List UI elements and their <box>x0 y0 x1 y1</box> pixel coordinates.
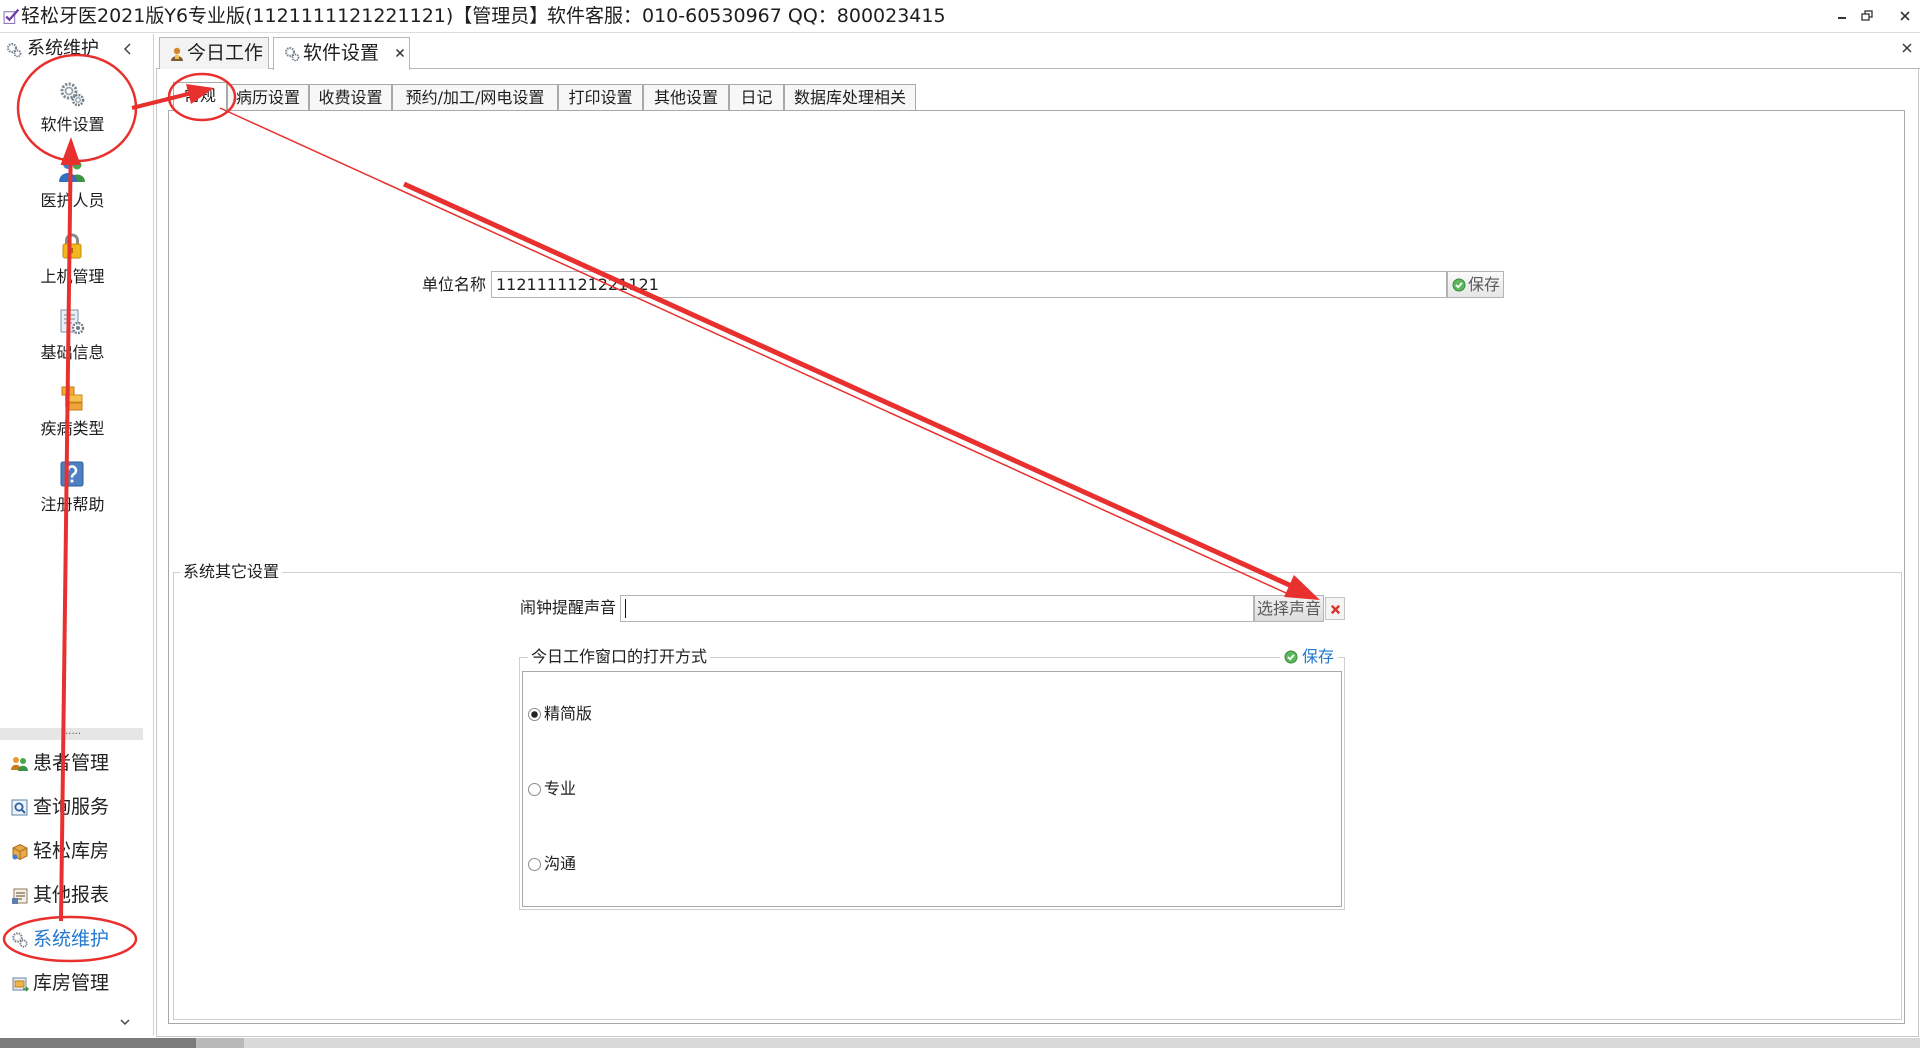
subtab-medical-records[interactable]: 病历设置 <box>227 84 309 111</box>
gear-icon <box>284 46 300 62</box>
sidebar-splitter[interactable]: ...... <box>0 727 143 740</box>
restore-icon[interactable] <box>1857 7 1877 25</box>
package-icon <box>11 843 29 861</box>
tab-today-work[interactable]: 今日工作 <box>159 37 269 69</box>
sidebar-nav-other-reports[interactable]: 其他报表 <box>0 874 145 918</box>
sidebar-title: 系统维护 <box>27 38 99 59</box>
radio-simple[interactable] <box>528 708 541 721</box>
sidebar-tool-medical-staff[interactable]: 医护人员 <box>0 154 145 230</box>
option-label: 精简版 <box>544 704 593 723</box>
sidebar-nav-patients[interactable]: 患者管理 <box>0 742 145 786</box>
sidebar-nav-warehouse-management[interactable]: 库房管理 <box>0 962 145 1006</box>
option-label: 沟通 <box>544 854 577 873</box>
sidebar-nav-label: 其他报表 <box>33 884 110 906</box>
window-title: 轻松牙医2021版Y6专业版(1121111121221121)【管理员】 <box>21 5 549 27</box>
gears-icon <box>58 80 86 108</box>
close-all-icon[interactable] <box>1900 41 1914 55</box>
sidebar-tool-basic-info[interactable]: 基础信息 <box>0 306 145 382</box>
unit-name-label: 单位名称 <box>422 275 487 294</box>
other-settings-legend: 系统其它设置 <box>180 562 283 582</box>
gears-icon <box>6 42 22 58</box>
sidebar-nav-label: 系统维护 <box>33 928 110 950</box>
scrollbar-thumb-edge <box>196 1038 244 1048</box>
subtab-other[interactable]: 其他设置 <box>643 84 729 111</box>
alarm-sound-label: 闹钟提醒声音 <box>519 598 616 617</box>
chevron-down-icon[interactable] <box>118 1014 132 1030</box>
window-mode-legend: 今日工作窗口的打开方式 <box>528 647 711 667</box>
sidebar-tool-label: 医护人员 <box>40 191 105 210</box>
sidebar-nav-system-maintenance[interactable]: 系统维护 <box>0 918 145 962</box>
sidebar-nav-easy-warehouse[interactable]: 轻松库房 <box>0 830 145 874</box>
title-bar: 轻松牙医2021版Y6专业版(1121111121221121)【管理员】 软件… <box>0 0 1920 33</box>
lock-icon <box>58 232 86 260</box>
minimize-icon[interactable] <box>1832 7 1852 25</box>
sidebar-tool-label: 基础信息 <box>40 343 105 362</box>
tab-software-settings[interactable]: 软件设置 <box>273 37 410 70</box>
sidebar-header: 系统维护 <box>0 34 146 64</box>
warehouse-icon <box>11 975 29 993</box>
folders-icon <box>58 384 86 412</box>
chevron-left-icon[interactable] <box>121 40 135 58</box>
check-circle-icon <box>1284 650 1298 664</box>
search-icon <box>11 799 29 817</box>
unit-name-save-button[interactable]: 保存 <box>1447 271 1504 298</box>
subtab-database[interactable]: 数据库处理相关 <box>784 84 916 111</box>
radio-communication[interactable] <box>528 858 541 871</box>
help-icon <box>58 460 86 488</box>
save-label: 保存 <box>1468 275 1501 294</box>
horizontal-scrollbar[interactable] <box>0 1038 1920 1048</box>
app-logo-icon <box>3 7 20 25</box>
sidebar-nav-query-service[interactable]: 查询服务 <box>0 786 145 830</box>
clear-icon <box>1329 603 1342 616</box>
check-circle-icon <box>1452 278 1466 292</box>
tab-label: 今日工作 <box>187 42 264 64</box>
sidebar-divider <box>153 34 154 1036</box>
users-icon <box>58 156 86 184</box>
sidebar-nav-label: 轻松库房 <box>33 840 110 862</box>
sidebar-nav-label: 库房管理 <box>33 972 110 994</box>
sidebar-tool-label: 软件设置 <box>40 115 105 134</box>
subtab-appointments[interactable]: 预约/加工/网电设置 <box>392 84 558 111</box>
gears-icon <box>11 931 29 949</box>
worker-icon <box>169 46 185 62</box>
close-tab-icon[interactable] <box>394 47 406 59</box>
tab-label: 软件设置 <box>303 42 380 64</box>
sidebar-tool-registration-help[interactable]: 注册帮助 <box>0 458 145 534</box>
clear-sound-button[interactable] <box>1325 597 1345 620</box>
document-tab-strip: 今日工作 软件设置 <box>156 34 1920 70</box>
unit-name-input[interactable] <box>491 271 1447 298</box>
sidebar-tool-disease-types[interactable]: 疾病类型 <box>0 382 145 458</box>
sidebar-tool-login-management[interactable]: 上机管理 <box>0 230 145 306</box>
sidebar-tool-label: 上机管理 <box>40 267 105 286</box>
patients-icon <box>11 755 29 773</box>
option-label: 专业 <box>544 779 577 798</box>
sidebar-nav-label: 患者管理 <box>33 752 110 774</box>
sidebar-tool-software-settings[interactable]: 软件设置 <box>0 78 145 154</box>
sidebar-nav-label: 查询服务 <box>33 796 110 818</box>
choose-sound-button[interactable]: 选择声音 <box>1254 595 1324 622</box>
close-icon[interactable] <box>1895 7 1915 25</box>
sidebar-tool-label: 疾病类型 <box>40 419 105 438</box>
radio-professional[interactable] <box>528 783 541 796</box>
support-info: 软件客服：010-60530967 QQ：800023415 <box>547 5 946 27</box>
report-icon <box>11 887 29 905</box>
save-label: 保存 <box>1302 647 1335 666</box>
alarm-sound-input[interactable] <box>620 595 1254 622</box>
sidebar-tool-label: 注册帮助 <box>40 495 105 514</box>
window-mode-save-link[interactable]: 保存 <box>1280 647 1339 667</box>
text-caret <box>625 599 626 618</box>
scrollbar-thumb[interactable] <box>0 1038 196 1048</box>
subtab-printing[interactable]: 打印设置 <box>558 84 643 111</box>
subtab-billing[interactable]: 收费设置 <box>309 84 392 111</box>
subtab-diary[interactable]: 日记 <box>729 84 784 111</box>
document-gear-icon <box>58 308 86 336</box>
subtab-general[interactable]: 常规 <box>173 82 227 111</box>
window-mode-options-box <box>522 671 1342 907</box>
